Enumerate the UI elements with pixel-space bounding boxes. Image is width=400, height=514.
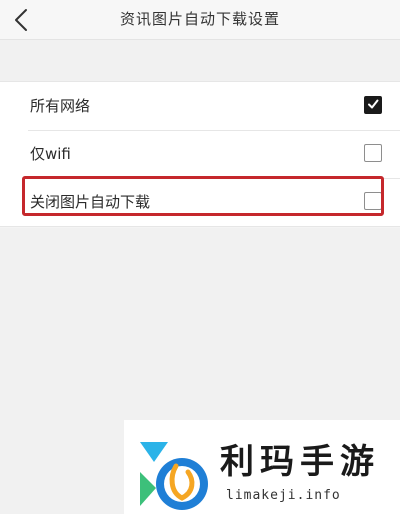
watermark-brand: 利玛手游 <box>220 442 380 482</box>
option-label: 所有网络 <box>30 97 91 115</box>
watermark: 利玛手游 limakeji.info <box>124 420 400 514</box>
option-label: 关闭图片自动下载 <box>30 193 151 211</box>
watermark-url: limakeji.info <box>226 488 341 503</box>
option-wifi-only[interactable]: 仅wifi <box>0 130 400 178</box>
checkbox-all-networks[interactable] <box>364 96 382 114</box>
section-gap <box>0 40 400 81</box>
option-all-networks[interactable]: 所有网络 <box>0 82 400 130</box>
navigation-bar: 资讯图片自动下载设置 <box>0 0 400 40</box>
checkbox-disable-auto-download[interactable] <box>364 192 382 210</box>
option-label: 仅wifi <box>30 145 71 163</box>
checkbox-wifi-only[interactable] <box>364 144 382 162</box>
brand-logo-icon <box>140 442 208 510</box>
option-disable-auto-download[interactable]: 关闭图片自动下载 <box>0 178 400 226</box>
download-options-list: 所有网络 仅wifi 关闭图片自动下载 <box>0 81 400 227</box>
page-title: 资讯图片自动下载设置 <box>119 10 280 28</box>
check-icon <box>368 99 379 109</box>
